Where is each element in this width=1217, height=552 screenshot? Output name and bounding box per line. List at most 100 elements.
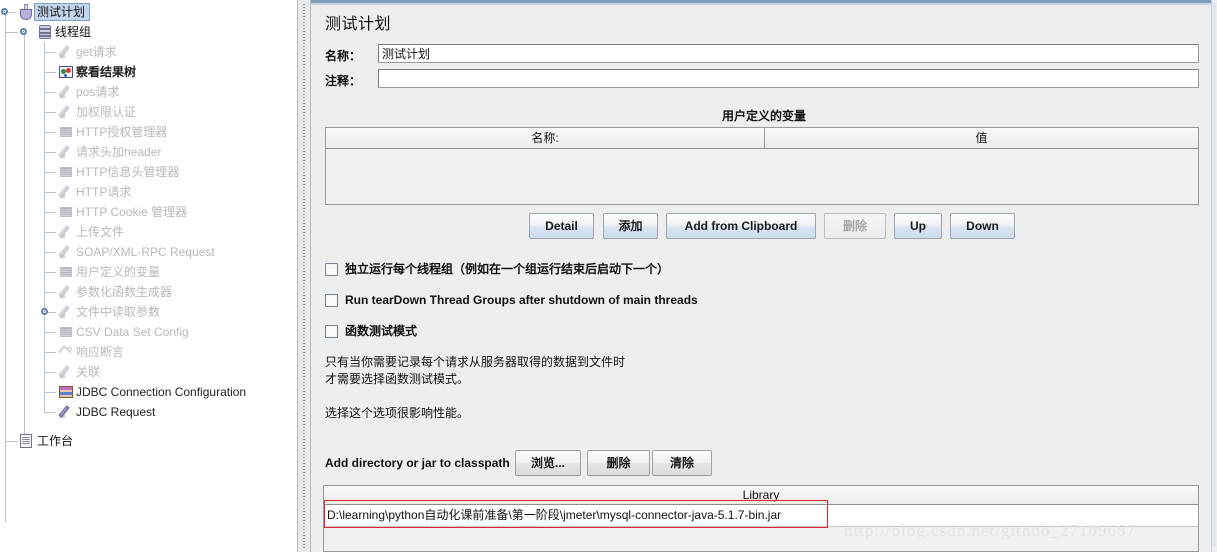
jdbc-config-icon (58, 384, 74, 400)
watermark-text: http://blog.csdn.net/github_27109687 (844, 521, 1136, 540)
comment-label: 注释： (325, 74, 362, 88)
tree-node-17[interactable]: 关联 (0, 362, 290, 382)
pencil-icon (58, 224, 74, 240)
tree-node-label: 察看结果树 (76, 65, 137, 79)
pencil-icon (58, 304, 74, 320)
pencil-icon (58, 84, 74, 100)
gear-icon (58, 324, 74, 340)
checkbox-1[interactable] (325, 263, 338, 276)
tree-node-13[interactable]: 参数化函数生成器 (0, 282, 290, 302)
tree-node-10[interactable]: 上传文件 (0, 222, 290, 242)
jmeter-window: 测试计划 线程组 get请求察看结果树 pos请求加权限认证 HTTP授权管理器 请求… (0, 0, 1217, 552)
tree-node-label: HTTP请求 (76, 185, 132, 199)
tree-node-label: HTTP Cookie 管理器 (76, 205, 188, 219)
tree-node-workbench[interactable]: 工作台 (0, 431, 290, 451)
pencil-icon (58, 104, 74, 120)
tree-node-label: 响应断言 (76, 345, 125, 359)
tree-node-14[interactable]: 文件中读取参数 (0, 302, 290, 322)
spool-icon (37, 24, 53, 40)
tree-node-label: HTTP信息头管理器 (76, 165, 180, 179)
pencil-icon (58, 284, 74, 300)
pencil-icon (58, 44, 74, 60)
variables-button-6[interactable]: Down (950, 213, 1015, 239)
gear-icon (58, 164, 74, 180)
tree-node-label: JDBC Request (76, 405, 156, 419)
tree-node-16[interactable]: 响应断言 (0, 342, 290, 362)
table-header-row: 名称: 值 (326, 128, 1198, 149)
assertion-icon (58, 344, 74, 360)
library-column-header[interactable]: Library (324, 486, 1198, 505)
result-tree-icon (58, 64, 74, 80)
tree-node-11[interactable]: SOAP/XML-RPC Request (0, 242, 290, 262)
tree-node-12[interactable]: 用户定义的变量 (0, 262, 290, 282)
variables-button-5[interactable]: Up (894, 213, 942, 239)
tree-node-6[interactable]: 请求头加header (0, 142, 290, 162)
tree-node-label: 关联 (76, 365, 101, 379)
scrollbar-thumb[interactable] (1212, 2, 1216, 547)
classpath-button-3[interactable]: 清除 (652, 450, 712, 476)
variables-button-2[interactable]: 添加 (603, 213, 658, 239)
jdbc-request-icon (58, 404, 74, 420)
tree-node-2[interactable]: 察看结果树 (0, 62, 290, 82)
checkbox-2[interactable] (325, 294, 338, 307)
pane-splitter[interactable] (297, 0, 311, 552)
tree-node-label: 参数化函数生成器 (76, 285, 173, 299)
tree-node-1[interactable]: get请求 (0, 42, 290, 62)
splitter-grip (303, 4, 305, 548)
variables-button-4: 删除 (824, 213, 886, 239)
gear-icon (58, 264, 74, 280)
tree-node-4[interactable]: 加权限认证 (0, 102, 290, 122)
tree-node-18[interactable]: JDBC Connection Configuration (0, 382, 290, 402)
pencil-icon (58, 364, 74, 380)
tree-node-7[interactable]: HTTP信息头管理器 (0, 162, 290, 182)
gear-icon (58, 124, 74, 140)
variables-button-1[interactable]: Detail (529, 213, 594, 239)
tree-node-19[interactable]: JDBC Request (0, 402, 290, 422)
tree-node-3[interactable]: pos请求 (0, 82, 290, 102)
panel-top-accent-2 (311, 3, 1217, 5)
classpath-button-2[interactable]: 删除 (587, 450, 650, 476)
help-line-3: 选择这个选项很影响性能。 (325, 406, 470, 420)
help-line-2: 才需要选择函数测试模式。 (325, 372, 470, 386)
vertical-scrollbar[interactable] (1211, 0, 1217, 552)
tree-node-15[interactable]: CSV Data Set Config (0, 322, 290, 342)
comment-row: 注释： (325, 69, 1199, 90)
tree-node-thread-group[interactable]: 线程组 (0, 22, 290, 42)
library-path-cell[interactable]: D:\learning\python自动化课前准备\第一阶段\jmeter\my… (327, 505, 781, 527)
tree-node-label: 加权限认证 (76, 105, 137, 119)
clipboard-icon (18, 433, 34, 449)
tree-node-label: 上传文件 (76, 225, 125, 239)
help-line-1: 只有当你需要记录每个请求从服务器取得的数据到文件时 (325, 355, 626, 369)
classpath-button-1[interactable]: 浏览... (515, 450, 581, 476)
tree-node-5[interactable]: HTTP授权管理器 (0, 122, 290, 142)
tree-node-label: 请求头加header (76, 145, 162, 159)
gear-icon (58, 204, 74, 220)
tree-node-8[interactable]: HTTP请求 (0, 182, 290, 202)
pencil-icon (58, 244, 74, 260)
tree-node-label: JDBC Connection Configuration (76, 385, 247, 399)
column-header-value[interactable]: 值 (765, 128, 1198, 148)
checkbox-3[interactable] (325, 325, 338, 338)
name-input[interactable] (378, 44, 1199, 63)
table-body[interactable] (326, 149, 1198, 204)
pencil-icon (58, 144, 74, 160)
tree-node-label: 线程组 (55, 25, 92, 39)
column-header-name[interactable]: 名称: (326, 128, 764, 148)
tree-node-label: 文件中读取参数 (76, 305, 161, 319)
tree-node-label: HTTP授权管理器 (76, 125, 168, 139)
flask-icon (18, 4, 34, 20)
pencil-icon (58, 184, 74, 200)
user-variables-table[interactable]: 名称: 值 (325, 127, 1199, 205)
tree-node-label: 工作台 (37, 434, 74, 448)
library-table[interactable]: Library D:\learning\python自动化课前准备\第一阶段\j… (323, 485, 1199, 552)
test-plan-editor: 测试计划 名称： 注释： 用户定义的变量 名称: 值 Detail 添加 Add f… (311, 0, 1217, 552)
variables-button-3[interactable]: Add from Clipboard (666, 213, 816, 239)
test-plan-tree[interactable]: 测试计划 线程组 get请求察看结果树 pos请求加权限认证 HTTP授权管理器 请求… (0, 0, 297, 552)
name-row: 名称： (325, 44, 1199, 65)
checkbox-label-3: 函数测试模式 (345, 324, 418, 338)
tree-node-label: get请求 (76, 45, 117, 59)
tree-node-9[interactable]: HTTP Cookie 管理器 (0, 202, 290, 222)
name-label: 名称： (325, 49, 362, 63)
comment-input[interactable] (378, 69, 1199, 88)
tree-node-test-plan[interactable]: 测试计划 (0, 2, 290, 22)
